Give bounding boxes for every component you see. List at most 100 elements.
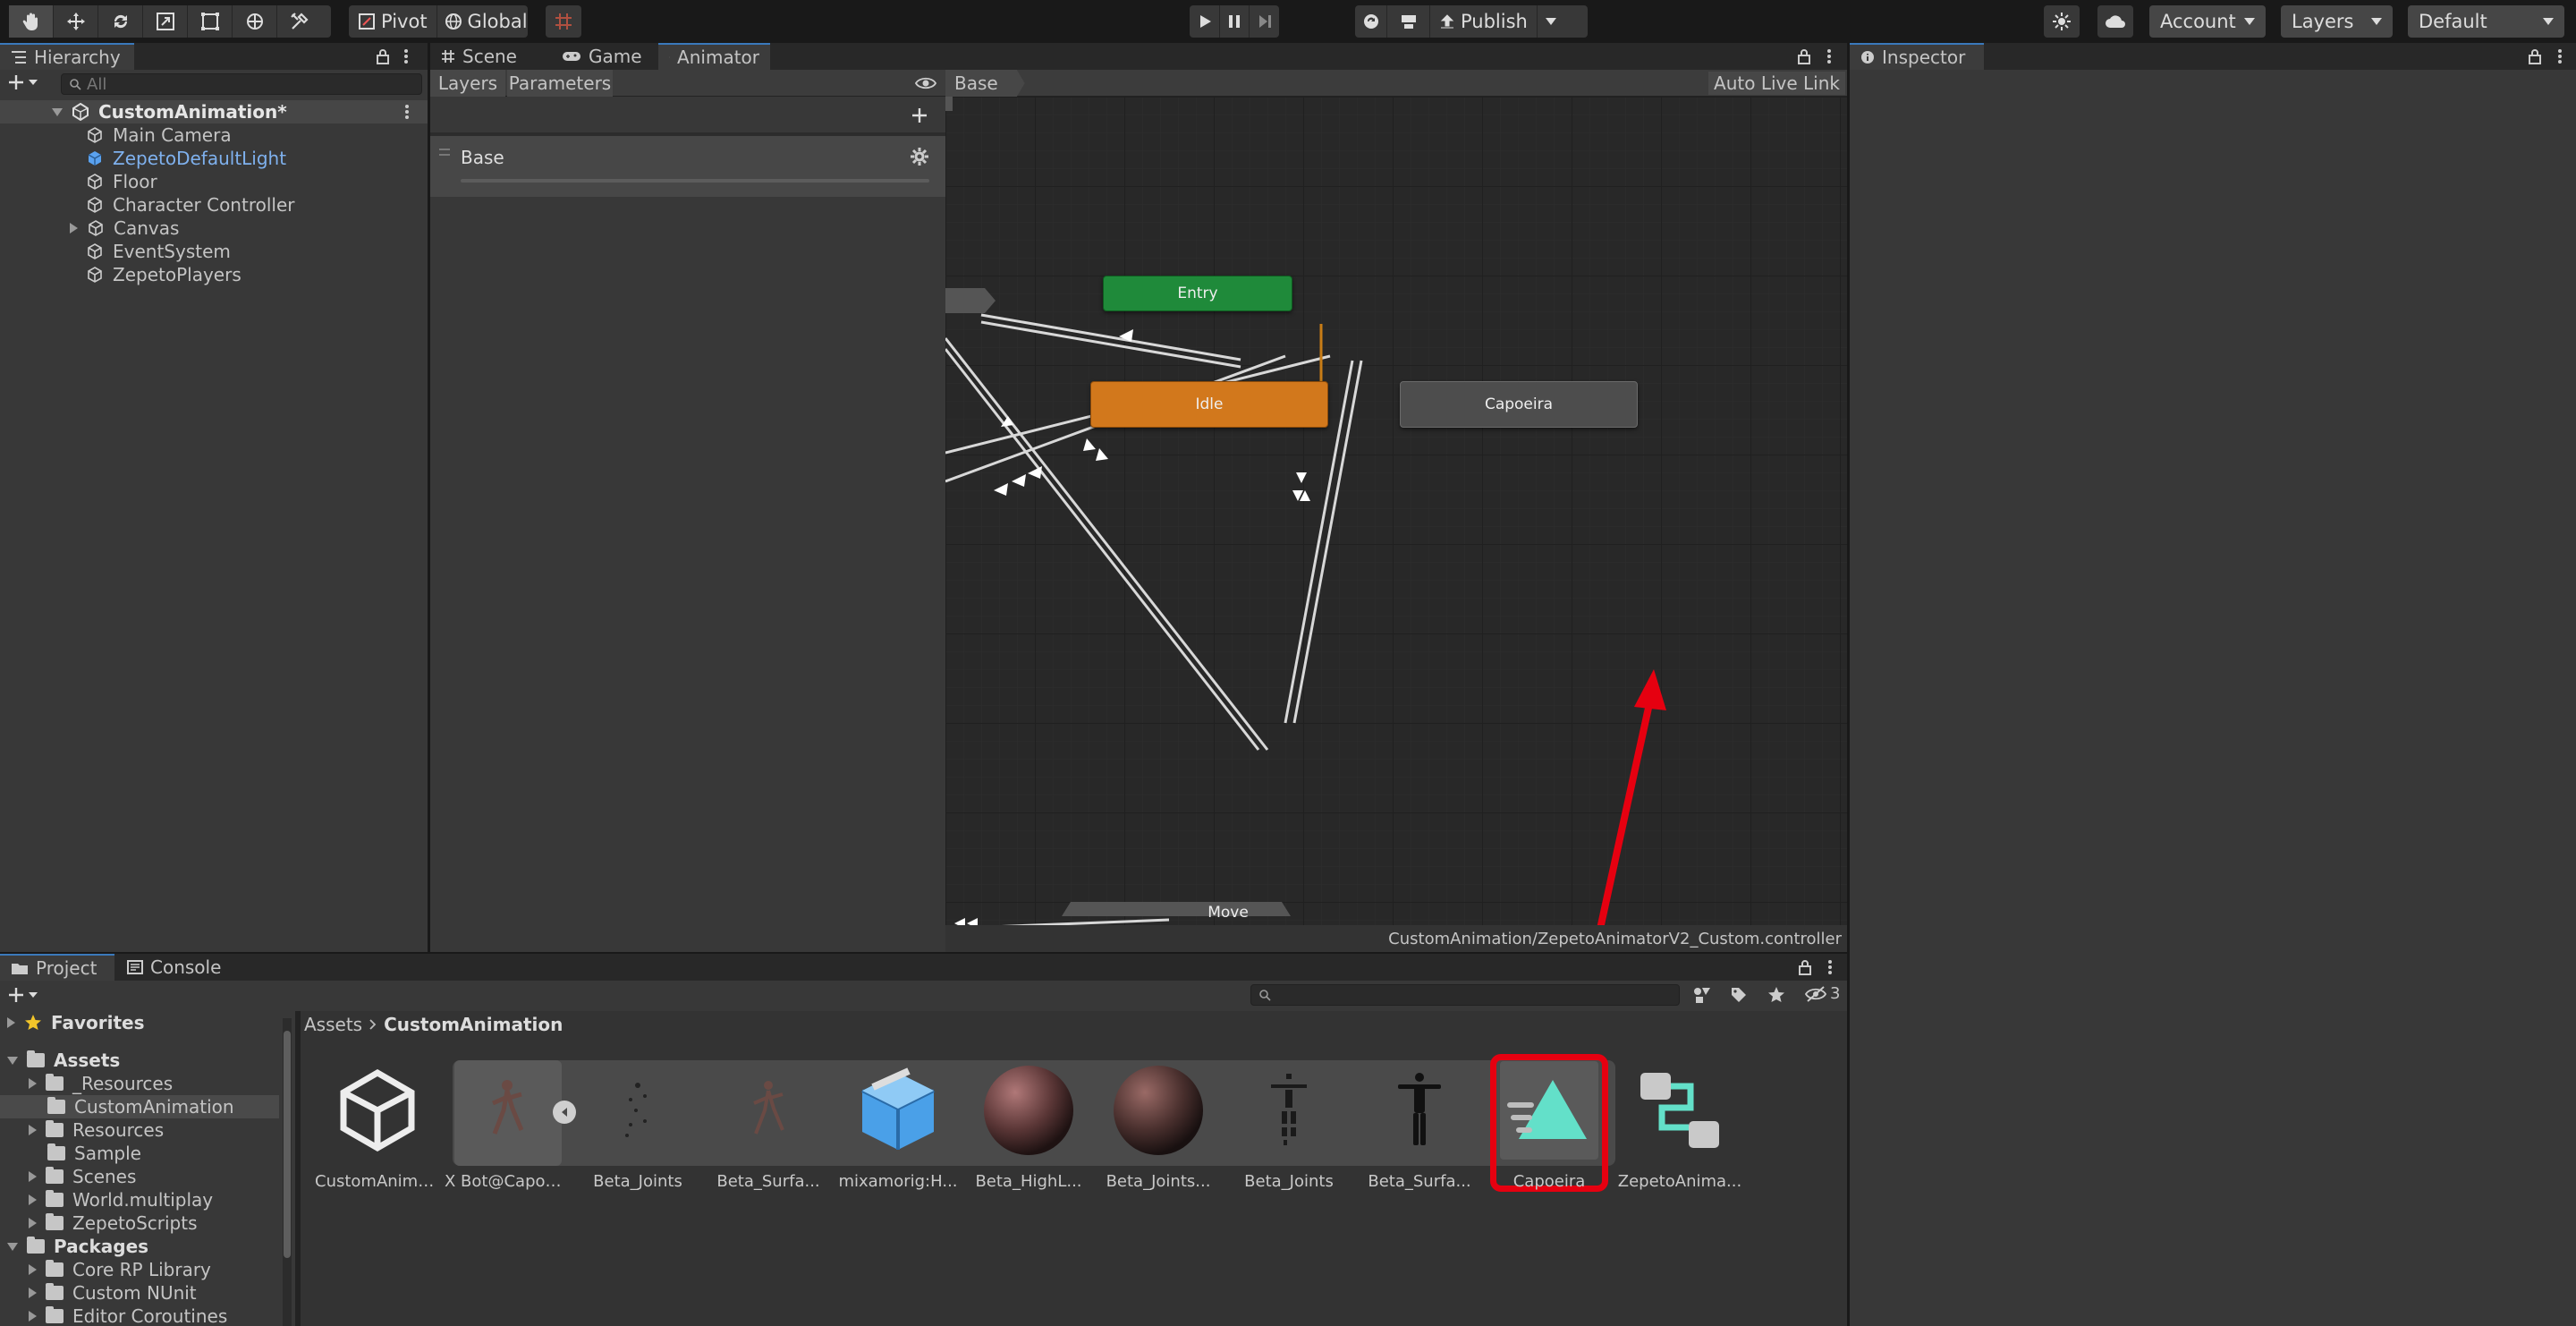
project-create-button[interactable]	[7, 986, 38, 1004]
lock-icon[interactable]	[376, 48, 390, 64]
layers-dropdown[interactable]: Layers	[2281, 5, 2393, 38]
tree-favorites[interactable]: Favorites	[7, 1011, 145, 1034]
grid-snap-button[interactable]	[546, 5, 581, 38]
expand-arrow-icon[interactable]	[29, 1311, 37, 1322]
move-node[interactable]: Move	[1157, 901, 1300, 924]
expand-arrow-icon[interactable]	[29, 1288, 37, 1298]
hierarchy-item-zepeto-default-light[interactable]: ZepetoDefaultLight	[86, 147, 286, 170]
expand-arrow-icon[interactable]	[7, 1017, 15, 1028]
tab-inspector[interactable]: Inspector	[1850, 43, 1984, 70]
hidden-packages-toggle[interactable]: 3	[1805, 984, 1840, 1003]
parameters-tab[interactable]: Parameters	[507, 70, 613, 97]
drag-handle-icon[interactable]	[439, 149, 450, 156]
tab-game[interactable]: Game	[551, 43, 658, 70]
project-search-input[interactable]	[1250, 984, 1680, 1006]
play-button[interactable]	[1190, 5, 1220, 38]
expand-arrow-icon[interactable]	[29, 1125, 37, 1135]
transform-tool-button[interactable]	[233, 5, 277, 38]
expand-arrow-icon[interactable]	[52, 107, 63, 116]
tree-package-editor-coroutines[interactable]: Editor Coroutines	[29, 1305, 227, 1326]
kebab-menu-icon[interactable]	[1826, 48, 1833, 64]
expand-arrow-icon[interactable]	[29, 1264, 37, 1275]
filter-by-type-icon[interactable]	[1692, 986, 1712, 1004]
tree-package-core-rp[interactable]: Core RP Library	[29, 1258, 211, 1281]
expand-arrow-icon[interactable]	[29, 1194, 37, 1205]
account-dropdown[interactable]: Account	[2149, 5, 2266, 38]
hierarchy-item-floor[interactable]: Floor	[86, 170, 157, 193]
tab-animator[interactable]: Animator	[658, 43, 770, 70]
rect-tool-button[interactable]	[188, 5, 233, 38]
lock-icon[interactable]	[2528, 48, 2542, 64]
tree-scrollbar-thumb[interactable]	[284, 1031, 291, 1258]
tree-folder-zepeto-scripts[interactable]: ZepetoScripts	[29, 1211, 198, 1235]
publish-dropdown[interactable]	[1538, 18, 1564, 25]
move-tool-button[interactable]	[54, 5, 98, 38]
step-button[interactable]	[1250, 5, 1279, 38]
offscreen-state[interactable]	[945, 288, 996, 313]
hierarchy-item-main-camera[interactable]: Main Camera	[86, 123, 232, 147]
create-button[interactable]	[7, 73, 38, 91]
hierarchy-item-character-controller[interactable]: Character Controller	[86, 193, 294, 217]
rotate-tool-button[interactable]	[98, 5, 143, 38]
idle-node[interactable]: Idle	[1090, 381, 1328, 428]
kebab-menu-icon[interactable]	[402, 48, 410, 64]
expand-arrow-icon[interactable]	[70, 223, 78, 234]
tab-project[interactable]: Project	[0, 954, 114, 981]
layer-breadcrumb[interactable]: Base	[945, 70, 1025, 97]
tree-folder-sample[interactable]: Sample	[47, 1142, 141, 1165]
breadcrumb-custom-animation[interactable]: CustomAnimation	[384, 1014, 563, 1035]
tree-packages[interactable]: Packages	[7, 1235, 148, 1258]
gear-icon[interactable]	[910, 147, 929, 166]
refresh-button[interactable]	[1355, 5, 1387, 38]
hierarchy-item-event-system[interactable]: EventSystem	[86, 240, 231, 263]
layer-item-base[interactable]: Base	[430, 136, 945, 197]
entry-node[interactable]: Entry	[1103, 276, 1292, 311]
lock-icon[interactable]	[1798, 959, 1812, 975]
expand-arrow-icon[interactable]	[7, 1242, 18, 1251]
hierarchy-search-input[interactable]: All	[61, 73, 422, 95]
global-toggle[interactable]: Global	[437, 5, 535, 38]
device-button[interactable]	[1387, 5, 1430, 38]
tab-hierarchy[interactable]: Hierarchy	[0, 43, 134, 70]
tree-folder-world-multiplay[interactable]: World.multiplay	[29, 1188, 213, 1211]
expand-arrow-icon[interactable]	[29, 1078, 37, 1089]
lighting-button[interactable]	[2044, 5, 2080, 38]
tag-icon[interactable]	[1730, 986, 1748, 1004]
kebab-menu-icon[interactable]	[2556, 48, 2563, 64]
add-layer-icon[interactable]	[910, 106, 929, 125]
scale-tool-button[interactable]	[143, 5, 188, 38]
hand-tool-button[interactable]	[9, 5, 54, 38]
pivot-toggle[interactable]: Pivot	[349, 5, 437, 38]
hierarchy-item-zepeto-players[interactable]: ZepetoPlayers	[86, 263, 242, 286]
scene-row[interactable]: CustomAnimation*	[0, 100, 428, 123]
expand-arrow-icon[interactable]	[7, 1056, 18, 1065]
capoeira-node[interactable]: Capoeira	[1400, 381, 1638, 428]
hierarchy-item-canvas[interactable]: Canvas	[70, 217, 179, 240]
layer-weight-bar[interactable]	[461, 179, 929, 183]
tree-scrollbar[interactable]	[283, 1018, 292, 1326]
layers-tab[interactable]: Layers	[430, 70, 505, 97]
tree-folder-custom-animation[interactable]: CustomAnimation	[47, 1095, 234, 1118]
pause-button[interactable]	[1220, 5, 1250, 38]
layout-dropdown[interactable]: Default	[2408, 5, 2564, 38]
star-icon[interactable]	[1767, 986, 1785, 1004]
tree-package-custom-nunit[interactable]: Custom NUnit	[29, 1281, 197, 1305]
expand-arrow-icon[interactable]	[29, 1171, 37, 1182]
cloud-button[interactable]	[2097, 5, 2133, 38]
tree-assets[interactable]: Assets	[7, 1049, 120, 1072]
expand-arrow-icon[interactable]	[29, 1218, 37, 1228]
animator-graph[interactable]: Base Auto Live Link Entry Idle Capoeira …	[945, 70, 1847, 952]
custom-tool-button[interactable]	[277, 5, 322, 38]
tab-scene[interactable]: Scene	[430, 43, 551, 70]
tree-folder-resources[interactable]: Resources	[29, 1118, 164, 1142]
kebab-menu-icon[interactable]	[404, 104, 410, 120]
auto-live-link-button[interactable]: Auto Live Link	[1708, 72, 1845, 95]
publish-button[interactable]: Publish	[1430, 5, 1538, 38]
tree-folder-resources-underscore[interactable]: _Resources	[29, 1072, 173, 1095]
breadcrumb-assets[interactable]: Assets	[304, 1014, 362, 1035]
eye-icon[interactable]	[915, 75, 936, 91]
tab-console[interactable]: Console	[116, 954, 233, 981]
tree-folder-scenes[interactable]: Scenes	[29, 1165, 136, 1188]
kebab-menu-icon[interactable]	[1826, 959, 1834, 975]
lock-icon[interactable]	[1797, 48, 1811, 64]
